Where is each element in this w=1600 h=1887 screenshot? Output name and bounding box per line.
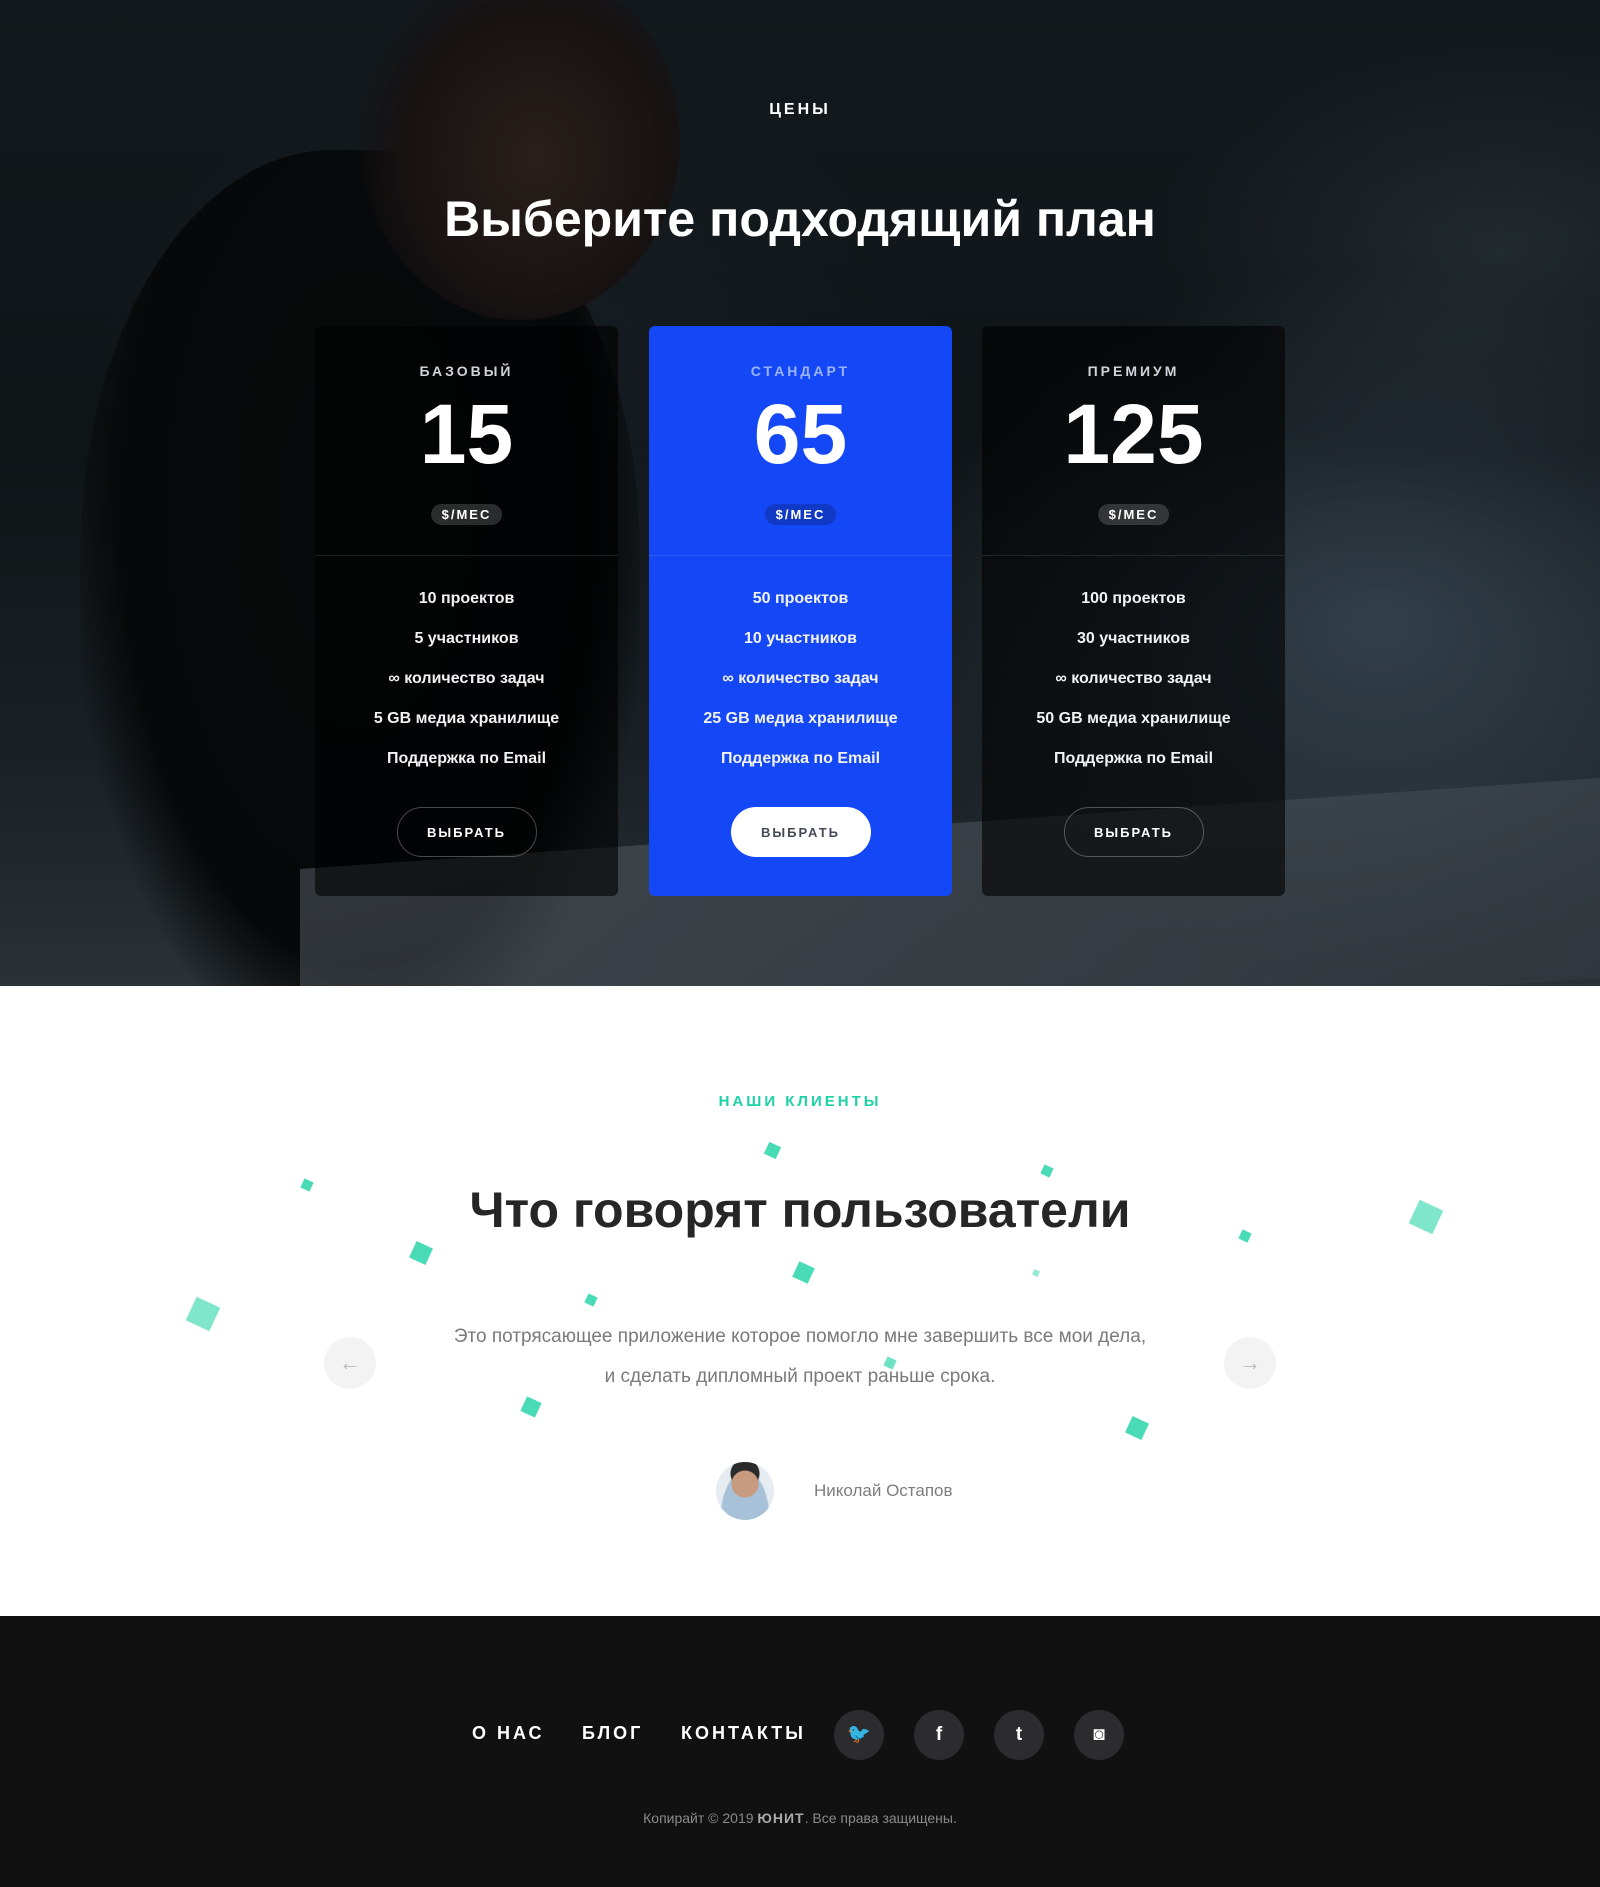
plan-feature-list: 10 проектов 5 участников ∞ количество за… [315,590,618,790]
confetti-shape [584,1293,598,1307]
plan-feature: Поддержка по Email [1053,750,1214,767]
plan-name: БАЗОВЫЙ [419,363,514,379]
footer: О НАС БЛОГ КОНТАКТЫ 🐦 f t ◙ Копирайт © 2… [0,1616,1600,1887]
testimonials-section: НАШИ КЛИЕНТЫ Что говорят пользователи ← … [0,986,1600,1616]
pricing-title: Выберите подходящий план [444,191,1156,247]
plan-feature: 5 участников [414,630,519,647]
footer-link-blog[interactable]: БЛОГ [582,1723,643,1744]
card-divider [649,555,952,556]
footer-nav: О НАС БЛОГ КОНТАКТЫ 🐦 f t ◙ [0,1709,1600,1761]
plan-feature: 50 GB медиа хранилище [1036,710,1231,727]
confetti-shape [792,1261,815,1284]
plan-feature: 5 GB медиа хранилище [373,710,560,727]
testimonial-quote: Это потрясающее приложение которое помог… [0,1317,1600,1397]
twitter-icon[interactable]: 🐦 [834,1710,884,1760]
confetti-shape [1032,1269,1040,1277]
testimonials-kicker: НАШИ КЛИЕНТЫ [718,1093,882,1110]
plan-card-premium: ПРЕМИУМ 125 $/МЕС 100 проектов 30 участн… [982,326,1285,896]
author-avatar [716,1462,774,1520]
pricing-kicker: ЦЕНЫ [769,101,831,118]
choose-standard-button[interactable]: ВЫБРАТЬ [730,807,871,857]
quote-line: и сделать дипломный проект раньше срока. [604,1366,996,1387]
testimonials-title: Что говорят пользователи [469,1182,1131,1238]
footer-link-about[interactable]: О НАС [472,1723,545,1744]
plan-feature: Поддержка по Email [386,750,547,767]
plan-card-basic: БАЗОВЫЙ 15 $/МЕС 10 проектов 5 участнико… [315,326,618,896]
copyright: Копирайт © 2019 ЮНИТ. Все права защищены… [0,1810,1600,1826]
author-name: Николай Остапов [814,1481,953,1500]
copyright-suffix: . Все права защищены. [804,1810,957,1826]
plan-feature-list: 50 проектов 10 участников ∞ количество з… [649,590,952,790]
pricing-section: ЦЕНЫ Выберите подходящий план БАЗОВЫЙ 15… [0,0,1600,986]
plan-unit-badge: $/МЕС [764,504,837,525]
plan-feature: 50 проектов [752,590,849,607]
confetti-shape [520,1396,542,1418]
plan-feature: ∞ количество задач [388,670,545,687]
plan-price: 15 [419,387,514,481]
card-divider [315,555,618,556]
plan-name: ПРЕМИУМ [1087,363,1180,379]
footer-link-contacts[interactable]: КОНТАКТЫ [681,1723,806,1744]
confetti-shape [1125,1416,1149,1440]
copyright-prefix: Копирайт © 2019 [643,1810,758,1826]
instagram-icon[interactable]: ◙ [1074,1710,1124,1760]
plan-feature: 100 проектов [1081,590,1186,607]
plan-price: 65 [753,387,848,481]
choose-basic-button[interactable]: ВЫБРАТЬ [396,807,537,857]
plan-feature: Поддержка по Email [720,750,881,767]
quote-line: Это потрясающее приложение которое помог… [453,1326,1147,1347]
next-arrow-icon[interactable]: → [1224,1337,1276,1389]
facebook-icon[interactable]: f [914,1710,964,1760]
plan-price: 125 [1063,387,1204,481]
plan-feature: ∞ количество задач [722,670,879,687]
plan-card-standard: СТАНДАРТ 65 $/МЕС 50 проектов 10 участни… [649,326,952,896]
plan-feature: 10 проектов [418,590,515,607]
plan-feature-list: 100 проектов 30 участников ∞ количество … [982,590,1285,790]
plan-unit-badge: $/МЕС [430,504,503,525]
plan-feature: 25 GB медиа хранилище [703,710,898,727]
confetti-shape [1040,1164,1054,1178]
plan-feature: 10 участников [744,630,857,647]
plan-feature: ∞ количество задач [1055,670,1212,687]
confetti-shape [763,1141,782,1160]
plan-name: СТАНДАРТ [750,363,851,379]
choose-premium-button[interactable]: ВЫБРАТЬ [1063,807,1204,857]
card-divider [982,555,1285,556]
plan-unit-badge: $/МЕС [1097,504,1170,525]
plan-feature: 30 участников [1077,630,1190,647]
tumblr-icon[interactable]: t [994,1710,1044,1760]
brand-name: ЮНИТ [757,1810,805,1826]
confetti-shape [409,1241,433,1265]
